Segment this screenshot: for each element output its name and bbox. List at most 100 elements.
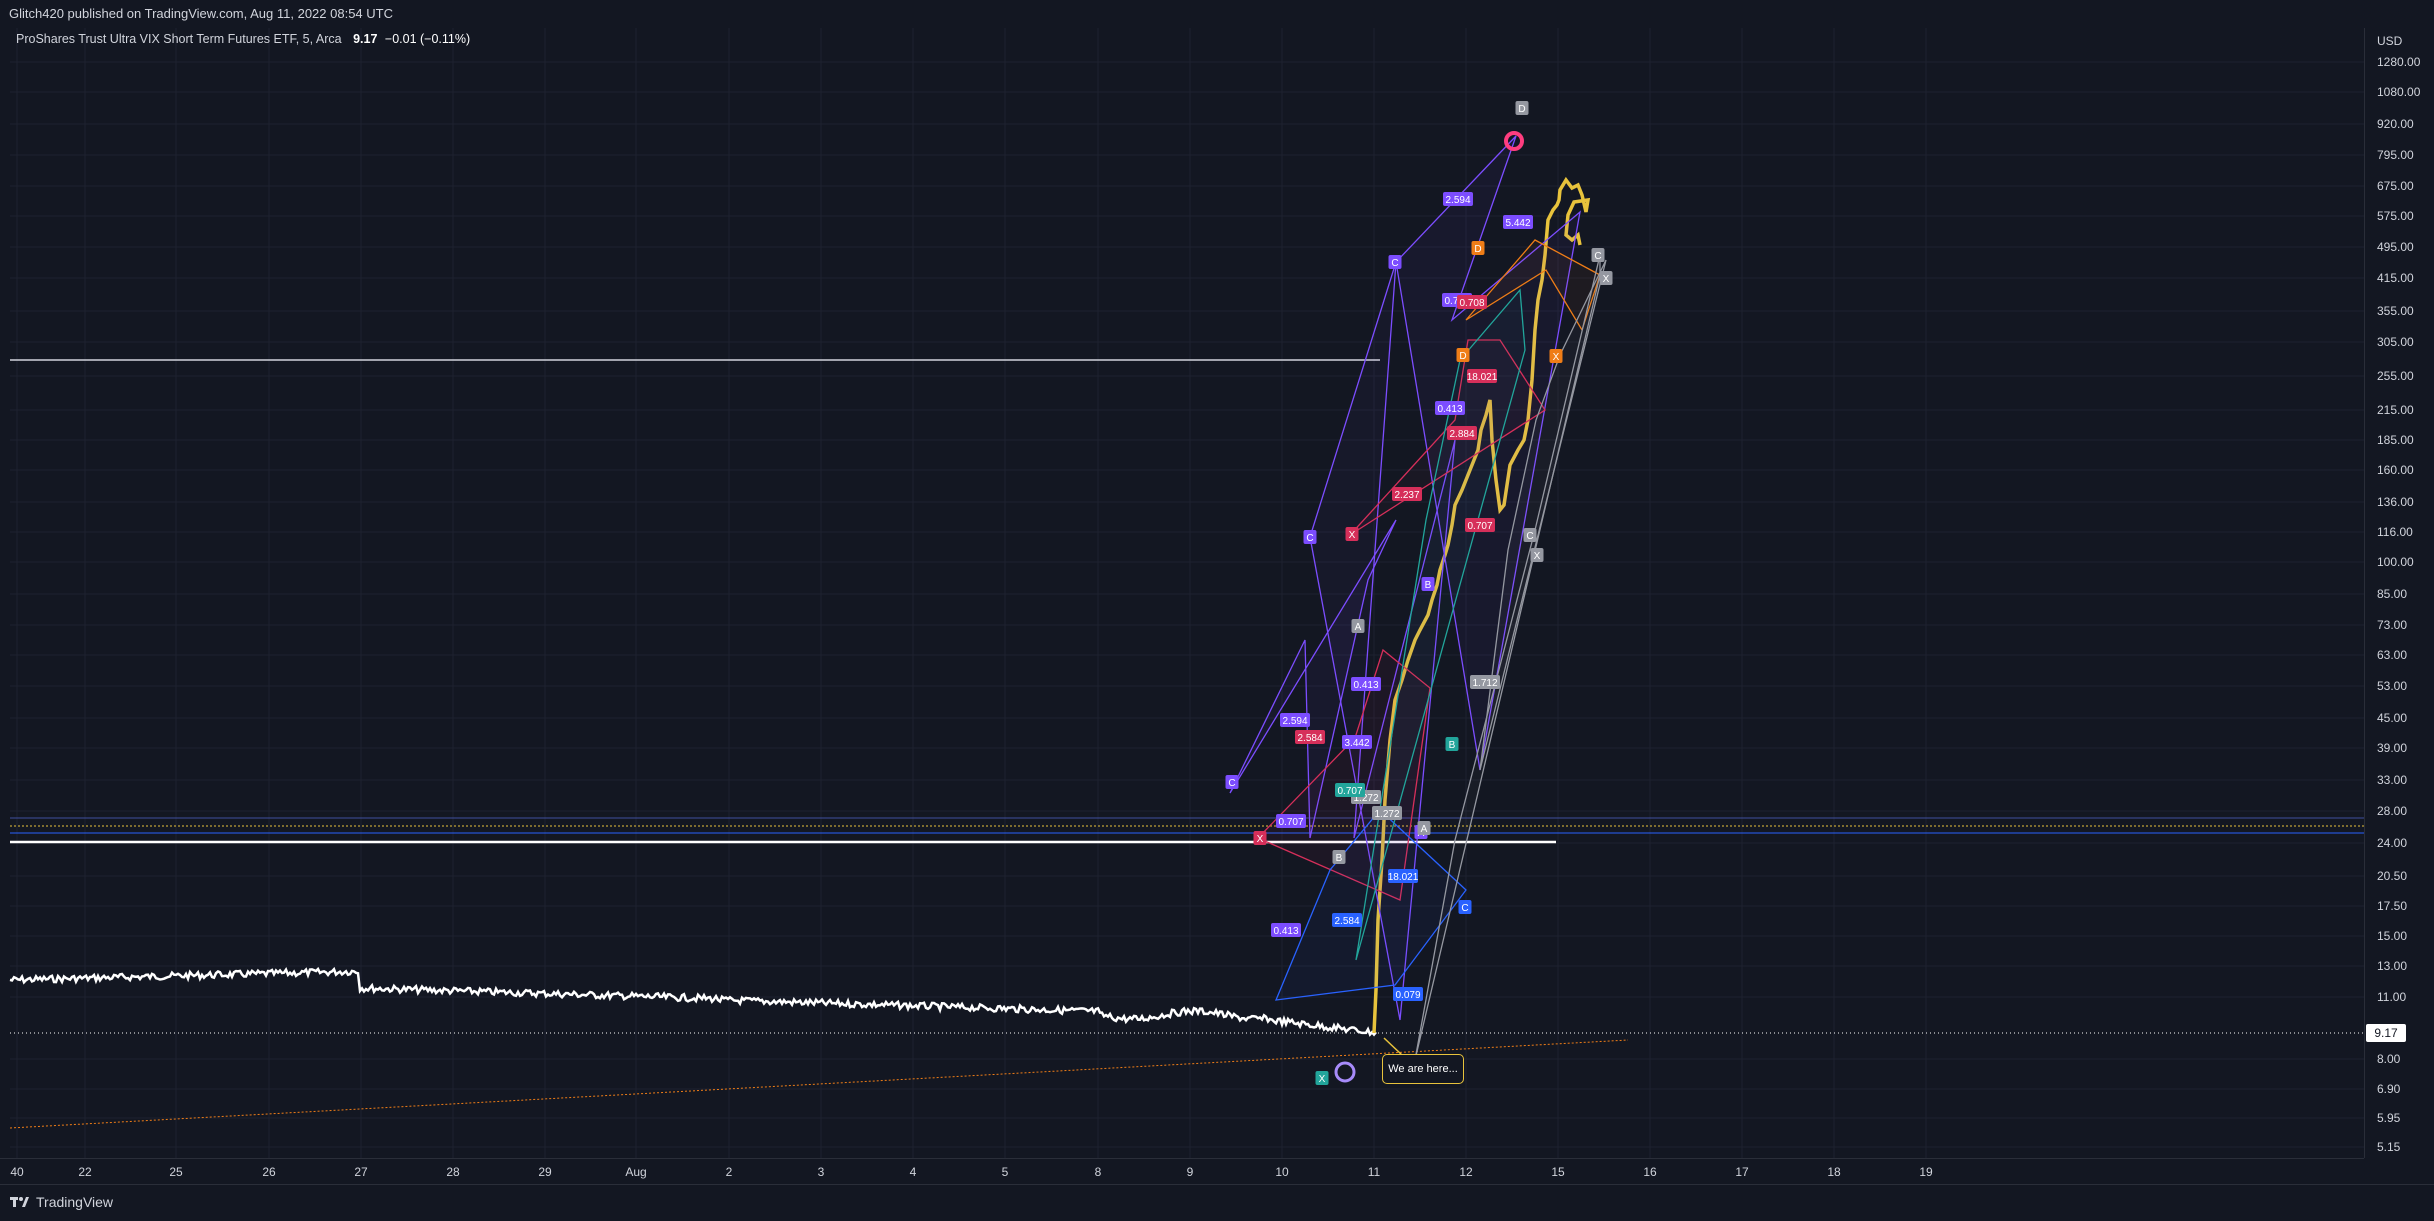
- pattern-label[interactable]: 2.884: [1447, 426, 1477, 440]
- price-tick-label: 575.00: [2377, 209, 2414, 223]
- pattern-label[interactable]: B: [1421, 577, 1435, 591]
- pattern-label[interactable]: 0.079: [1393, 987, 1423, 1001]
- time-tick-label: 11: [1367, 1165, 1381, 1179]
- price-tick-label: 53.00: [2377, 679, 2408, 693]
- pattern-label[interactable]: 18.021: [1467, 369, 1498, 383]
- pattern-label[interactable]: X: [1530, 548, 1544, 562]
- pattern-label[interactable]: C: [1523, 528, 1537, 542]
- pattern-label-text: X: [1257, 834, 1264, 845]
- pattern-label-text: X: [1319, 1074, 1326, 1085]
- pattern-label-text: A: [1355, 622, 1362, 633]
- price-tick-label: 305.00: [2377, 335, 2414, 349]
- pattern-label[interactable]: B: [1332, 850, 1346, 864]
- tradingview-logo[interactable]: TradingView: [10, 1194, 113, 1210]
- pattern-label[interactable]: D: [1456, 348, 1470, 362]
- time-tick-label: 4: [909, 1165, 917, 1179]
- time-tick-label: 15: [1551, 1165, 1565, 1179]
- pattern-label-text: 2.237: [1394, 490, 1419, 501]
- pattern-label[interactable]: 0.707: [1276, 814, 1306, 828]
- pattern-label-text: 2.584: [1297, 733, 1322, 744]
- pattern-label[interactable]: C: [1591, 248, 1605, 262]
- pattern-label[interactable]: X: [1549, 349, 1563, 363]
- pattern-label[interactable]: X: [1315, 1071, 1329, 1085]
- pattern-label-text: B: [1449, 740, 1456, 751]
- pattern-label[interactable]: 2.594: [1280, 713, 1310, 727]
- price-tick-label: 39.00: [2377, 741, 2408, 755]
- price-change: −0.01 (−0.11%): [384, 32, 471, 46]
- time-tick-label: 2: [725, 1165, 733, 1179]
- harmonic-patterns[interactable]: [1229, 135, 1607, 1061]
- pattern-label-text: X: [1603, 274, 1610, 285]
- price-series-line: [9, 966, 1377, 1037]
- price-tick-label: 160.00: [2377, 463, 2414, 477]
- price-tick-label: 45.00: [2377, 711, 2408, 725]
- pattern-label-text: X: [1349, 530, 1356, 541]
- pattern-label[interactable]: X: [1253, 831, 1267, 845]
- pattern-label[interactable]: 2.584: [1295, 730, 1325, 744]
- pattern-label[interactable]: B: [1445, 737, 1459, 751]
- pattern-label[interactable]: A: [1417, 821, 1431, 835]
- pattern-label[interactable]: C: [1225, 775, 1239, 789]
- pattern-label-text: B: [1336, 853, 1343, 864]
- price-tick-label: 415.00: [2377, 271, 2414, 285]
- pattern-label[interactable]: 18.021: [1388, 869, 1419, 883]
- price-tick-label: 28.00: [2377, 804, 2408, 818]
- pattern-label[interactable]: 0.707: [1335, 783, 1365, 797]
- callout-we-are-here[interactable]: We are here...: [1382, 1054, 1464, 1084]
- pattern-label[interactable]: 0.707: [1465, 518, 1495, 532]
- price-tick-label: 63.00: [2377, 648, 2408, 662]
- pattern-label[interactable]: 0.413: [1271, 923, 1301, 937]
- time-tick-label: 17: [1735, 1165, 1749, 1179]
- time-tick-label: 16: [1643, 1165, 1657, 1179]
- price-tick-label: 33.00: [2377, 773, 2408, 787]
- symbol-name: ProShares Trust Ultra VIX Short Term Fut…: [16, 32, 342, 46]
- pattern-label[interactable]: 5.442: [1503, 215, 1533, 229]
- pattern-label-text: 0.079: [1395, 990, 1420, 1001]
- price-axis[interactable]: USD 1280.00 1080.00 920.00 795.00 675.00 575.…: [2364, 28, 2434, 1158]
- time-tick-label: 26: [262, 1165, 276, 1179]
- time-tick-label: 5: [1001, 1165, 1009, 1179]
- pattern-label[interactable]: 0.708: [1457, 295, 1487, 309]
- pattern-label[interactable]: 2.237: [1392, 487, 1422, 501]
- pattern-label[interactable]: D: [1471, 241, 1485, 255]
- pattern-label[interactable]: A: [1351, 619, 1365, 633]
- time-tick-label: 8: [1094, 1165, 1102, 1179]
- pattern-label[interactable]: 0.413: [1351, 677, 1381, 691]
- pattern-label[interactable]: 2.584: [1332, 913, 1362, 927]
- pattern-label[interactable]: X: [1599, 271, 1613, 285]
- pattern-label[interactable]: C: [1458, 900, 1472, 914]
- time-tick-label: 25: [169, 1165, 183, 1179]
- pattern-label[interactable]: C: [1388, 255, 1402, 269]
- time-axis[interactable]: 40 22 25 26 27 28 29 Aug 2 3 4 5 8 9 10 11 12 15 16 17 18 19: [0, 1158, 2364, 1185]
- pattern-label[interactable]: X: [1345, 527, 1359, 541]
- pattern-label[interactable]: D: [1515, 101, 1529, 115]
- origin-marker[interactable]: [1334, 1061, 1356, 1083]
- time-tick-label: 22: [78, 1165, 92, 1179]
- pattern-label-text: 2.594: [1282, 716, 1307, 727]
- price-tick-label: 136.00: [2377, 495, 2414, 509]
- price-tick-label: 795.00: [2377, 148, 2414, 162]
- pattern-label[interactable]: 1.272: [1372, 806, 1402, 820]
- pattern-label-text: 2.594: [1445, 195, 1470, 206]
- currency-label: USD: [2377, 34, 2403, 48]
- pattern-label[interactable]: 0.413: [1435, 401, 1465, 415]
- pattern-label-text: X: [1534, 551, 1541, 562]
- pattern-label[interactable]: C: [1303, 530, 1317, 544]
- pattern-label[interactable]: 2.594: [1443, 192, 1473, 206]
- pattern-label-text: 1.712: [1472, 678, 1497, 689]
- pattern-label-text: 1.272: [1374, 809, 1399, 820]
- pattern-label[interactable]: 3.442: [1342, 735, 1372, 749]
- price-tick-label: 1280.00: [2377, 55, 2421, 69]
- chart-drawing[interactable]: 2.594 5.442 0.707 0.708 18.021 0.413 2.884 2.23…: [0, 0, 2434, 1220]
- time-tick-label: 19: [1919, 1165, 1933, 1179]
- time-tick-label: 28: [446, 1165, 460, 1179]
- time-tick-label: 10: [1275, 1165, 1289, 1179]
- symbol-legend[interactable]: ProShares Trust Ultra VIX Short Term Fut…: [16, 32, 470, 46]
- pattern-label[interactable]: 1.712: [1470, 675, 1500, 689]
- pattern-label-text: 2.584: [1334, 916, 1359, 927]
- pattern-label-text: D: [1518, 104, 1525, 115]
- price-tick-label: 116.00: [2377, 525, 2413, 539]
- price-tick-label: 20.50: [2377, 869, 2408, 883]
- pattern-label-text: 18.021: [1467, 372, 1498, 383]
- pattern-label-text: D: [1474, 244, 1481, 255]
